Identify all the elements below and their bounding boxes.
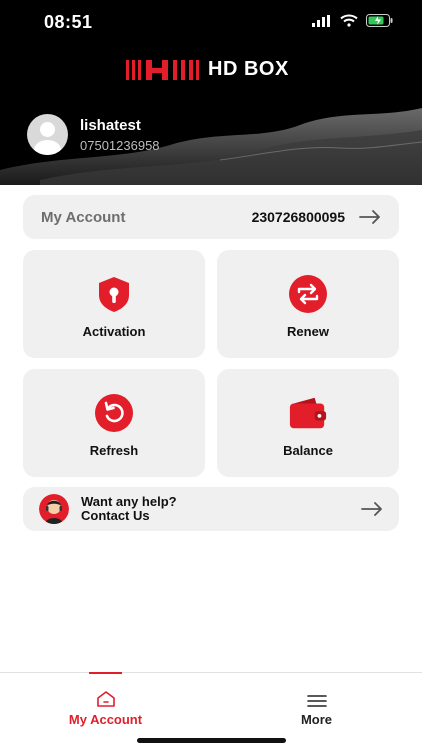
renew-tile[interactable]: Renew — [217, 250, 399, 358]
status-bar: 08:51 — [0, 0, 422, 44]
header-banner: 08:51 HD BOX lishatest 07501236958 — [0, 0, 422, 185]
hd-logo-icon — [126, 59, 199, 80]
help-line-2: Contact Us — [81, 508, 150, 523]
tab-my-account-label: My Account — [68, 712, 143, 727]
support-agent-avatar — [39, 494, 69, 524]
home-icon — [96, 691, 115, 707]
refresh-icon — [95, 394, 133, 432]
account-label: My Account — [41, 208, 126, 226]
avatar — [27, 114, 68, 155]
status-icons — [312, 14, 394, 27]
arrow-right-icon — [359, 210, 380, 224]
user-profile: lishatest 07501236958 — [27, 114, 160, 155]
username: lishatest — [80, 116, 141, 134]
help-line-1: Want any help? — [81, 494, 177, 509]
tab-more-label: More — [300, 712, 333, 727]
renew-arrows-icon — [289, 275, 327, 313]
wifi-icon — [340, 14, 358, 27]
brand-logo: HD BOX — [126, 58, 289, 81]
account-number: 230726800095 — [251, 209, 345, 225]
activation-tile[interactable]: Activation — [23, 250, 205, 358]
home-indicator — [137, 738, 286, 743]
active-tab-indicator — [89, 672, 122, 674]
signal-icon — [312, 14, 330, 27]
phone-number: 07501236958 — [80, 137, 160, 153]
menu-icon — [306, 695, 327, 707]
wallet-icon — [289, 397, 327, 429]
renew-label: Renew — [287, 324, 329, 339]
shield-key-icon — [99, 277, 129, 312]
battery-charging-icon — [366, 14, 393, 27]
tab-my-account[interactable]: My Account — [0, 672, 211, 729]
brand-name: HD BOX — [208, 58, 289, 80]
activation-label: Activation — [82, 324, 146, 339]
refresh-tile[interactable]: Refresh — [23, 369, 205, 477]
contact-us-row[interactable]: Want any help? Contact Us — [23, 487, 399, 531]
tab-more[interactable]: More — [211, 673, 422, 729]
help-text: Want any help? Contact Us — [81, 495, 361, 523]
arrow-right-icon — [361, 502, 382, 516]
my-account-row[interactable]: My Account 230726800095 — [23, 195, 399, 239]
balance-tile[interactable]: Balance — [217, 369, 399, 477]
status-time: 08:51 — [44, 12, 93, 32]
refresh-label: Refresh — [89, 443, 139, 458]
balance-label: Balance — [283, 443, 333, 458]
